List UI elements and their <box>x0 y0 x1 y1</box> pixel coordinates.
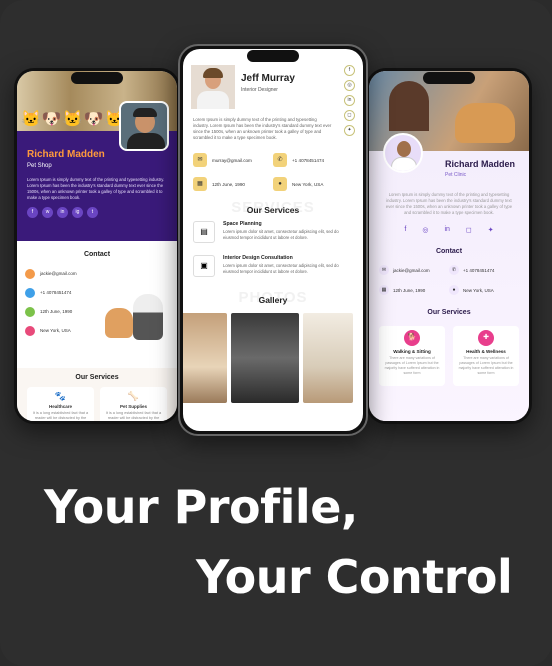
social-links: f ◎ in ◻ ✦ <box>344 65 355 136</box>
services-heading: Our Services <box>427 309 471 316</box>
linkedin-icon[interactable]: in <box>344 95 355 106</box>
bone-icon: 🦴 <box>127 391 140 401</box>
floor-plan-icon: ▤ <box>193 221 215 243</box>
contact-heading: Contact <box>435 248 463 255</box>
facebook-icon[interactable]: f <box>344 65 355 76</box>
contact-list: jackie@gmail.com +1 4078451474 12th June… <box>17 258 177 368</box>
contact-list: ✉ murray@gmail.com ✆ +1 4078451474 ▦ 12th J… <box>183 143 363 197</box>
phone-notch <box>423 72 475 84</box>
avatar <box>119 101 169 151</box>
twitter-icon[interactable]: ✦ <box>344 125 355 136</box>
contact-list: ✉ jackie@gmail.com ✆ +1 4078451474 ▦ 12th J… <box>379 265 519 295</box>
avatar <box>383 133 423 173</box>
location-icon <box>25 325 35 336</box>
linkedin-icon[interactable]: in <box>444 226 449 234</box>
calendar-icon <box>25 306 35 317</box>
mail-icon <box>25 268 35 279</box>
service-item-design-consultation[interactable]: ▣ Interior Design Consultation Lorem ips… <box>183 249 363 283</box>
phone-notch <box>71 72 123 84</box>
service-item-space-planning[interactable]: ▤ Space Planning Lorem ipsum dolor sit a… <box>183 215 363 249</box>
services-section: Our Services 🐾 Healthcare It is a long e… <box>17 368 177 421</box>
paw-icon: 🐾 <box>54 391 67 401</box>
dogs-illustration <box>101 274 171 344</box>
services-section: 🐕 Walking & Sitting There are many varia… <box>379 326 519 386</box>
qr-code-icon: ▣ <box>193 255 215 277</box>
contact-email[interactable]: ✉ murray@gmail.com <box>193 153 273 167</box>
service-card-pet-supplies[interactable]: 🦴 Pet Supplies It is a long established … <box>100 387 167 421</box>
location-icon: ● <box>449 285 459 295</box>
contact-location[interactable]: ● New York, USA <box>273 177 353 191</box>
phone-interior-designer: Jeff Murray Interior Designer f ◎ in ◻ ✦… <box>178 44 368 436</box>
phone-screen: Jeff Murray Interior Designer f ◎ in ◻ ✦… <box>183 49 363 431</box>
profile-name: Jeff Murray <box>241 73 295 84</box>
phone-notch <box>247 50 299 62</box>
profile-description: Lorem Ipsum is simply dummy text of the … <box>27 177 165 200</box>
contact-phone[interactable]: ✆ +1 4078451474 <box>449 265 519 275</box>
phone-icon <box>25 287 35 298</box>
medical-kit-icon: ✚ <box>478 330 494 346</box>
profile-description: Lorem Ipsum is simply dummy text of the … <box>193 117 332 140</box>
instagram-icon[interactable]: ig <box>72 207 83 218</box>
linkedin-icon[interactable]: in <box>57 207 68 218</box>
contact-birthday: ▦ 12th June, 1990 <box>379 285 449 295</box>
service-card-walking[interactable]: 🐕 Walking & Sitting There are many varia… <box>379 326 445 386</box>
contact-phone[interactable]: ✆ +1 4078451474 <box>273 153 353 167</box>
calendar-icon: ▦ <box>379 285 389 295</box>
instagram-icon[interactable]: ◻ <box>344 110 355 121</box>
phone-screen: Richard Madden Pet Clinic Lorem Ipsum is… <box>369 71 529 421</box>
phone-icon: ✆ <box>273 153 287 167</box>
social-links: f w in ig t <box>27 207 167 218</box>
profile-description: Lorem Ipsum is simply dummy text of the … <box>385 192 513 215</box>
tagline-line-2: Your Control <box>196 550 513 604</box>
contact-location[interactable]: ● New York, USA <box>449 285 519 295</box>
mail-icon: ✉ <box>193 153 207 167</box>
social-links: f ◎ in ◻ ✦ <box>379 226 519 234</box>
gallery-heading-block: PHOTOS Gallery <box>183 289 363 306</box>
service-card-health[interactable]: ✚ Health & Wellness There are many varia… <box>453 326 519 386</box>
phone-icon: ✆ <box>449 265 459 275</box>
gallery <box>183 305 363 403</box>
facebook-icon[interactable]: f <box>404 226 406 234</box>
phone-pet-clinic: Richard Madden Pet Clinic Lorem Ipsum is… <box>366 68 532 424</box>
dog-icon: 🐕 <box>404 330 420 346</box>
gallery-photo[interactable] <box>183 313 227 403</box>
services-heading: Our Services <box>75 374 119 381</box>
services-heading-block: SERVICES Our Services <box>183 199 363 216</box>
mail-icon: ✉ <box>379 265 389 275</box>
service-card-healthcare[interactable]: 🐾 Healthcare It is a long established fa… <box>27 387 94 421</box>
avatar <box>191 65 235 109</box>
whatsapp-icon[interactable]: ◎ <box>422 226 428 234</box>
profile-role: Interior Designer <box>241 87 278 93</box>
gallery-heading: Gallery <box>258 295 288 305</box>
profile-header: Richard Madden Pet Shop Lorem Ipsum is s… <box>17 101 177 241</box>
contact-heading: Contact <box>83 251 111 258</box>
twitter-icon[interactable]: ✦ <box>488 226 494 234</box>
twitter-icon[interactable]: t <box>87 207 98 218</box>
services-heading: Our Services <box>246 205 300 215</box>
tagline-line-1: Your Profile, <box>44 480 358 534</box>
promo-card: 🐱🐶🐱🐶🐱 Richard Madden Pet Shop Lorem Ipsu… <box>0 0 552 666</box>
phone-screen: 🐱🐶🐱🐶🐱 Richard Madden Pet Shop Lorem Ipsu… <box>17 71 177 421</box>
contact-email[interactable]: ✉ jackie@gmail.com <box>379 265 449 275</box>
gallery-photo[interactable] <box>303 313 353 403</box>
instagram-icon[interactable]: ◻ <box>466 226 472 234</box>
gallery-photo[interactable] <box>231 313 299 403</box>
contact-birthday: ▦ 12th June, 1990 <box>193 177 273 191</box>
calendar-icon: ▦ <box>193 177 207 191</box>
location-icon: ● <box>273 177 287 191</box>
pets-illustration: 🐱🐶🐱🐶🐱 <box>21 111 126 128</box>
profile-role: Pet Shop <box>27 163 52 169</box>
facebook-icon[interactable]: f <box>27 207 38 218</box>
phone-pet-shop: 🐱🐶🐱🐶🐱 Richard Madden Pet Shop Lorem Ipsu… <box>14 68 180 424</box>
whatsapp-icon[interactable]: ◎ <box>344 80 355 91</box>
whatsapp-icon[interactable]: w <box>42 207 53 218</box>
